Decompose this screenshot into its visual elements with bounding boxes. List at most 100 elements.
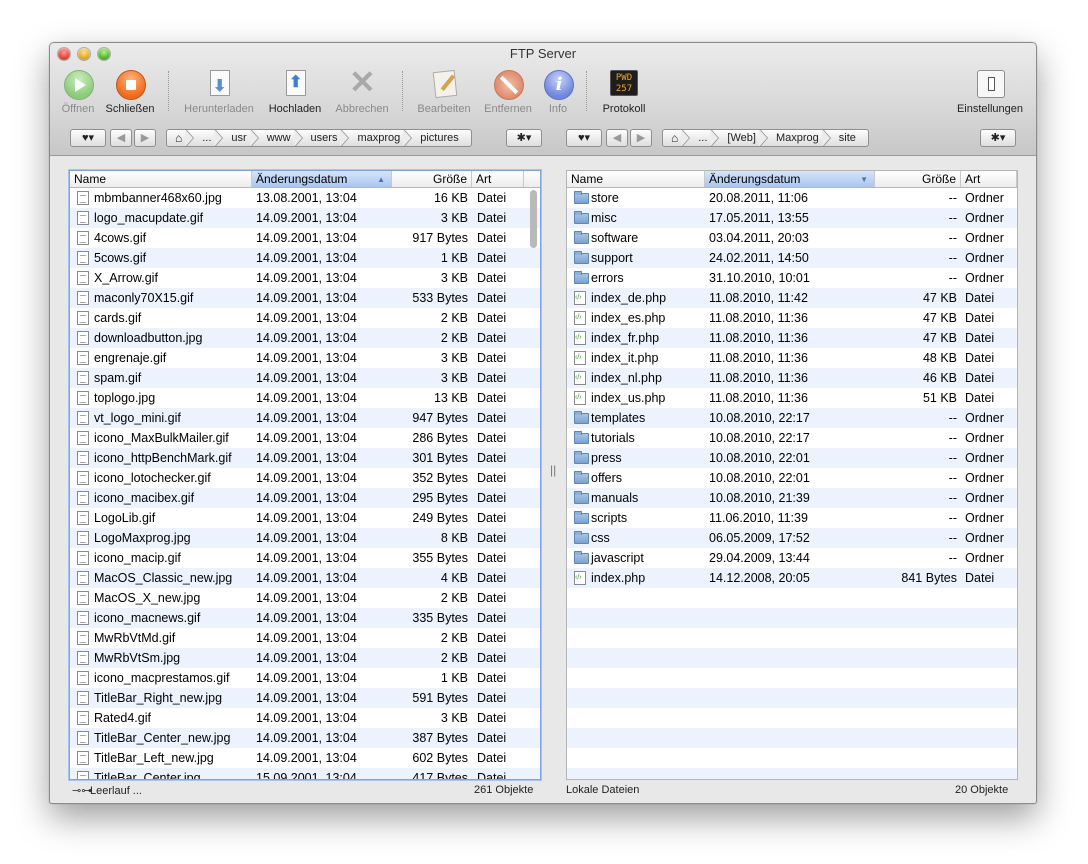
file-name: MwRbVtSm.jpg	[94, 651, 181, 665]
kind-column-header[interactable]: Art	[961, 171, 1017, 187]
date-column-header[interactable]: Änderungsdatum ▼	[705, 171, 875, 187]
file-row[interactable]: MacOS_Classic_new.jpg 14.09.2001, 13:04 4 …	[70, 568, 540, 588]
file-row[interactable]: downloadbutton.jpg 14.09.2001, 13:04 2 KB D…	[70, 328, 540, 348]
file-date: 14.09.2001, 13:04	[256, 271, 357, 285]
file-row[interactable]: index_de.php 11.08.2010, 11:42 47 KB Datei	[567, 288, 1017, 308]
file-row[interactable]: Rated4.gif 14.09.2001, 13:04 3 KB Datei	[70, 708, 540, 728]
file-date: 14.09.2001, 13:04	[256, 431, 357, 445]
forward-button[interactable]: ▶	[630, 129, 652, 147]
file-row[interactable]: manuals 10.08.2010, 21:39 -- Ordner	[567, 488, 1017, 508]
file-row[interactable]: store 20.08.2011, 11:06 -- Ordner	[567, 188, 1017, 208]
file-row[interactable]: offers 10.08.2010, 22:01 -- Ordner	[567, 468, 1017, 488]
file-row[interactable]: cards.gif 14.09.2001, 13:04 2 KB Datei	[70, 308, 540, 328]
file-row[interactable]: icono_macnews.gif 14.09.2001, 13:04 335 By…	[70, 608, 540, 628]
local-file-list[interactable]: Name Änderungsdatum ▼ Größe Art store 20.0…	[566, 170, 1018, 780]
file-row[interactable]: LogoMaxprog.jpg 14.09.2001, 13:04 8 KB Date…	[70, 528, 540, 548]
breadcrumb-item[interactable]: pictures	[412, 130, 471, 146]
breadcrumb-item[interactable]: users	[303, 130, 350, 146]
cancel-button[interactable]: ✕ Abbrechen	[330, 65, 394, 115]
file-row[interactable]: 4cows.gif 14.09.2001, 13:04 917 Bytes Datei	[70, 228, 540, 248]
breadcrumb-item[interactable]: site	[831, 130, 868, 146]
breadcrumb-item[interactable]: www	[259, 130, 303, 146]
file-row[interactable]: support 24.02.2011, 14:50 -- Ordner	[567, 248, 1017, 268]
file-size: 533 Bytes	[412, 291, 468, 305]
file-size: --	[948, 491, 957, 505]
file-row[interactable]: TitleBar_Center.jpg 15.09.2001, 13:04 417 …	[70, 768, 540, 779]
file-row[interactable]: spam.gif 14.09.2001, 13:04 3 KB Datei	[70, 368, 540, 388]
file-row[interactable]: maconly70X15.gif 14.09.2001, 13:04 533 Byt…	[70, 288, 540, 308]
size-column-header[interactable]: Größe	[875, 171, 961, 187]
file-row[interactable]: index_it.php 11.08.2010, 11:36 48 KB Datei	[567, 348, 1017, 368]
file-row[interactable]: icono_macip.gif 14.09.2001, 13:04 355 Byte…	[70, 548, 540, 568]
vertical-scrollbar[interactable]	[530, 190, 537, 248]
file-row[interactable]: templates 10.08.2010, 22:17 -- Ordner	[567, 408, 1017, 428]
file-row[interactable]: X_Arrow.gif 14.09.2001, 13:04 3 KB Datei	[70, 268, 540, 288]
file-row[interactable]: scripts 11.06.2010, 11:39 -- Ordner	[567, 508, 1017, 528]
file-row[interactable]: TitleBar_Left_new.jpg 14.09.2001, 13:04 60…	[70, 748, 540, 768]
breadcrumb-item[interactable]: usr	[223, 130, 259, 146]
file-row[interactable]: TitleBar_Center_new.jpg 14.09.2001, 13:04…	[70, 728, 540, 748]
file-row[interactable]: icono_httpBenchMark.gif 14.09.2001, 13:04…	[70, 448, 540, 468]
file-row[interactable]: index_nl.php 11.08.2010, 11:36 46 KB Datei	[567, 368, 1017, 388]
remote-file-list[interactable]: Name Änderungsdatum ▲ Größe Art mbmbanner…	[69, 170, 541, 780]
file-row[interactable]: icono_MaxBulkMailer.gif 14.09.2001, 13:04…	[70, 428, 540, 448]
file-row[interactable]: misc 17.05.2011, 13:55 -- Ordner	[567, 208, 1017, 228]
file-row[interactable]: vt_logo_mini.gif 14.09.2001, 13:04 947 Byt…	[70, 408, 540, 428]
file-row[interactable]: mbmbanner468x60.jpg 13.08.2001, 13:04 16 K…	[70, 188, 540, 208]
name-column-header[interactable]: Name	[567, 171, 705, 187]
file-row[interactable]: css 06.05.2009, 17:52 -- Ordner	[567, 528, 1017, 548]
file-row[interactable]: index_us.php 11.08.2010, 11:36 51 KB Datei	[567, 388, 1017, 408]
back-button[interactable]: ◀	[606, 129, 628, 147]
gear-menu-button[interactable]: ✱▾	[506, 129, 542, 147]
split-view-handle[interactable]: ||	[550, 463, 556, 477]
settings-button[interactable]: Einstellungen	[952, 69, 1028, 115]
file-row[interactable]: tutorials 10.08.2010, 22:17 -- Ordner	[567, 428, 1017, 448]
open-button[interactable]: Öffnen	[58, 69, 98, 115]
file-row[interactable]: icono_macprestamos.gif 14.09.2001, 13:04 1…	[70, 668, 540, 688]
download-button[interactable]: ⬇ Herunterladen	[180, 69, 258, 115]
name-column-header[interactable]: Name	[70, 171, 252, 187]
size-column-header[interactable]: Größe	[392, 171, 472, 187]
file-row[interactable]: index_es.php 11.08.2010, 11:36 47 KB Datei	[567, 308, 1017, 328]
file-row[interactable]: LogoLib.gif 14.09.2001, 13:04 249 Bytes Dat…	[70, 508, 540, 528]
breadcrumb-item[interactable]: ...	[194, 130, 224, 146]
file-row[interactable]: software 03.04.2011, 20:03 -- Ordner	[567, 228, 1017, 248]
file-row[interactable]: 5cows.gif 14.09.2001, 13:04 1 KB Datei	[70, 248, 540, 268]
file-row[interactable]: logo_macupdate.gif 14.09.2001, 13:04 3 KB D…	[70, 208, 540, 228]
gear-menu-button[interactable]: ✱▾	[980, 129, 1016, 147]
file-row[interactable]: errors 31.10.2010, 10:01 -- Ordner	[567, 268, 1017, 288]
edit-button[interactable]: Bearbeiten	[414, 69, 474, 115]
favorites-menu-button[interactable]: ♥▾	[70, 129, 106, 147]
file-row[interactable]: MacOS_X_new.jpg 14.09.2001, 13:04 2 KB Date…	[70, 588, 540, 608]
file-row[interactable]: MwRbVtMd.gif 14.09.2001, 13:04 2 KB Datei	[70, 628, 540, 648]
date-column-header[interactable]: Änderungsdatum ▲	[252, 171, 392, 187]
forward-button[interactable]: ▶	[134, 129, 156, 147]
breadcrumb-item[interactable]: [Web]	[719, 130, 768, 146]
file-row[interactable]: engrenaje.gif 14.09.2001, 13:04 3 KB Datei	[70, 348, 540, 368]
file-row[interactable]: javascript 29.04.2009, 13:44 -- Ordner	[567, 548, 1017, 568]
favorites-menu-button[interactable]: ♥▾	[566, 129, 602, 147]
file-row[interactable]: icono_macibex.gif 14.09.2001, 13:04 295 By…	[70, 488, 540, 508]
file-row[interactable]: TitleBar_Right_new.jpg 14.09.2001, 13:04 5…	[70, 688, 540, 708]
file-row[interactable]: toplogo.jpg 14.09.2001, 13:04 13 KB Datei	[70, 388, 540, 408]
close-connection-button[interactable]: Schließen	[102, 69, 158, 115]
file-row[interactable]: press 10.08.2010, 22:01 -- Ordner	[567, 448, 1017, 468]
file-row[interactable]: index_fr.php 11.08.2010, 11:36 47 KB Datei	[567, 328, 1017, 348]
toolbar-separator	[402, 71, 403, 111]
breadcrumb-item[interactable]: Maxprog	[768, 130, 831, 146]
home-icon[interactable]: ⌂	[167, 130, 195, 146]
upload-button[interactable]: ⬆ Hochladen	[264, 69, 326, 115]
file-row[interactable]: MwRbVtSm.jpg 14.09.2001, 13:04 2 KB Datei	[70, 648, 540, 668]
remove-button[interactable]: Entfernen	[480, 69, 536, 115]
file-size: --	[948, 411, 957, 425]
breadcrumb-item[interactable]: ...	[690, 130, 720, 146]
kind-column-header[interactable]: Art	[472, 171, 524, 187]
breadcrumb-item[interactable]: maxprog	[349, 130, 413, 146]
file-kind: Ordner	[965, 471, 1004, 485]
info-button[interactable]: i Info	[540, 69, 576, 115]
file-row[interactable]: icono_lotochecker.gif 14.09.2001, 13:04 35…	[70, 468, 540, 488]
home-icon[interactable]: ⌂	[663, 130, 691, 146]
log-button[interactable]: PWD 257 Protokoll	[596, 69, 652, 115]
back-button[interactable]: ◀	[110, 129, 132, 147]
file-row[interactable]: index.php 14.12.2008, 20:05 841 Bytes Datei	[567, 568, 1017, 588]
